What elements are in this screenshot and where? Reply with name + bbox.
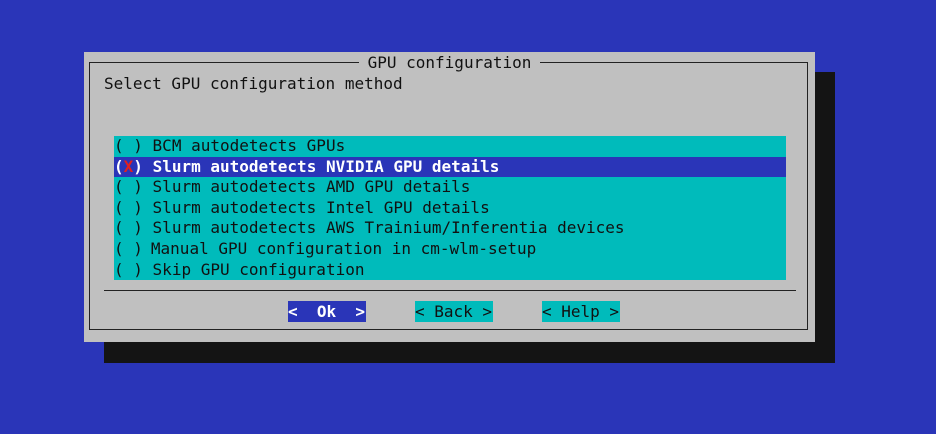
radio-list: ( ) BCM autodetects GPUs (X) Slurm autod…: [114, 136, 786, 280]
option-label: Skip GPU configuration: [152, 259, 365, 279]
ok-button[interactable]: < Ok >: [288, 301, 366, 322]
radio-option-intel[interactable]: ( ) Slurm autodetects Intel GPU details: [114, 198, 786, 219]
radio-option-skip[interactable]: ( ) Skip GPU configuration: [114, 260, 786, 281]
divider: [104, 290, 796, 291]
terminal-screen: GPU configuration Select GPU configurati…: [0, 0, 936, 434]
dialog-title-text: GPU configuration: [358, 53, 541, 72]
radio-button: ( ): [114, 218, 143, 238]
option-label: BCM autodetects GPUs: [152, 136, 346, 155]
radio-button: ( ): [114, 238, 143, 258]
option-label: Slurm autodetects AMD GPU details: [152, 177, 471, 197]
gpu-config-dialog: GPU configuration Select GPU configurati…: [84, 52, 815, 342]
radio-button: ( ): [114, 177, 143, 197]
radio-option-nvidia[interactable]: (X) Slurm autodetects NVIDIA GPU details: [114, 156, 786, 178]
radio-open: (: [114, 156, 124, 176]
button-row: < Ok > < Back > < Help >: [84, 301, 815, 323]
radio-button: ( ): [114, 259, 143, 279]
radio-button: ( ): [114, 136, 143, 155]
back-button[interactable]: < Back >: [415, 301, 493, 322]
dialog-prompt: Select GPU configuration method: [104, 74, 403, 93]
help-button[interactable]: < Help >: [542, 301, 620, 322]
option-label: Slurm autodetects AWS Trainium/Inferenti…: [152, 218, 625, 238]
radio-option-amd[interactable]: ( ) Slurm autodetects AMD GPU details: [114, 177, 786, 198]
radio-option-aws[interactable]: ( ) Slurm autodetects AWS Trainium/Infer…: [114, 218, 786, 239]
radio-option-manual[interactable]: ( ) Manual GPU configuration in cm-wlm-se…: [114, 239, 786, 260]
radio-option-bcm[interactable]: ( ) BCM autodetects GPUs: [114, 136, 786, 157]
radio-close: ): [133, 156, 143, 176]
dialog-title: GPU configuration: [84, 53, 815, 72]
option-label: Manual GPU configuration in cm-wlm-setup: [150, 238, 537, 258]
option-label: Slurm autodetects Intel GPU details: [152, 197, 490, 217]
option-label: Slurm autodetects NVIDIA GPU details: [152, 156, 500, 176]
radio-selected-mark: X: [123, 156, 134, 176]
radio-button: ( ): [114, 197, 143, 217]
